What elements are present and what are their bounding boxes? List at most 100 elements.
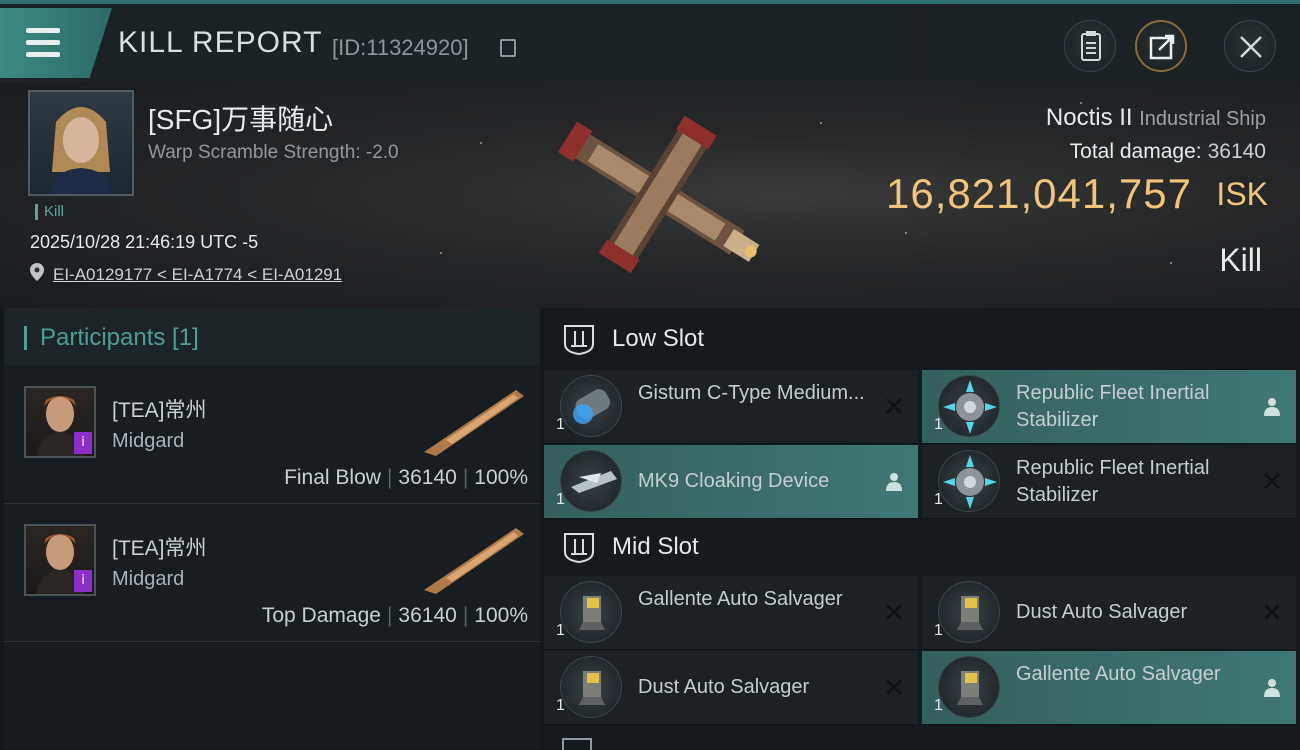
module-icon	[938, 656, 1000, 718]
module-item[interactable]: 1 Dust Auto Salvager	[922, 576, 1296, 650]
participant-avatar[interactable]: i	[24, 524, 96, 596]
participants-header: Participants [1]	[4, 308, 540, 366]
close-icon	[1240, 36, 1262, 58]
menu-icon-bar	[26, 40, 60, 45]
participant-damage: 36140	[398, 604, 457, 627]
mid-slot-icon	[564, 533, 594, 564]
participant-avatar[interactable]: i	[24, 386, 96, 458]
module-item[interactable]: 1 MK9 Cloaking Device	[544, 445, 918, 519]
module-name: Republic Fleet Inertial Stabilizer	[1016, 457, 1210, 506]
participant-row[interactable]: i [TEA]常州 Midgard Final Blow | 36140 | 100%	[4, 368, 540, 504]
participant-damage: 36140	[398, 466, 457, 489]
copy-icon[interactable]	[500, 39, 516, 57]
cloaking-device-icon	[571, 471, 617, 493]
next-slot-icon	[562, 738, 592, 750]
salvager-icon	[579, 596, 605, 630]
module-name: Dust Auto Salvager	[1016, 601, 1188, 623]
page-title: KILL REPORT	[118, 26, 323, 59]
module-item[interactable]: 1 Gallente Auto Salvager	[922, 651, 1296, 725]
destroyed-icon	[1264, 473, 1280, 489]
clipboard-icon	[1081, 31, 1101, 61]
total-damage-value: 36140	[1207, 140, 1266, 163]
weapon-icon	[424, 528, 524, 594]
participants-panel: Participants [1] i [TEA]常州 Midgard Final…	[4, 308, 540, 750]
module-icon	[938, 581, 1000, 643]
module-name: Dust Auto Salvager	[638, 676, 810, 698]
module-icon	[938, 375, 1000, 437]
destroyed-icon	[1264, 604, 1280, 620]
ship-render	[558, 115, 760, 274]
ship-name: Noctis II Industrial Ship	[1046, 104, 1266, 132]
module-qty: 1	[934, 416, 943, 433]
module-name: Gallente Auto Salvager	[638, 588, 843, 610]
participant-role: Final Blow	[284, 466, 381, 489]
module-qty: 1	[934, 491, 943, 508]
module-qty: 1	[556, 697, 565, 714]
participant-percent: 100%	[474, 604, 528, 627]
warp-core-icon	[573, 389, 611, 424]
module-item[interactable]: 1 Gistum C-Type Medium...	[544, 370, 918, 444]
header-accent	[24, 326, 27, 350]
location-pin-icon	[30, 263, 44, 281]
module-qty: 1	[556, 416, 565, 433]
isk-value: 16,821,041,757	[886, 170, 1192, 217]
ship-type: Noctis II	[1045, 104, 1133, 131]
salvager-icon	[957, 671, 983, 705]
module-qty: 1	[556, 491, 565, 508]
menu-icon-bar	[26, 52, 60, 57]
kill-report-screen: KILL REPORT [ID:11324920] [SFG]万事随心 Warp…	[0, 0, 1300, 750]
kill-result: Kill	[1219, 242, 1262, 278]
pilot-icon	[1264, 398, 1280, 416]
stabilizer-icon	[943, 455, 997, 509]
destroyed-icon	[886, 398, 902, 414]
module-item[interactable]: 1 Dust Auto Salvager	[544, 651, 918, 725]
module-name: Gistum C-Type Medium...	[638, 382, 865, 404]
pilot-icon	[886, 473, 902, 491]
participant-role: Top Damage	[261, 604, 381, 627]
participant-name: [TEA]常州	[112, 399, 207, 422]
module-item[interactable]: 1 Republic Fleet Inertial Stabilizer	[922, 370, 1296, 444]
salvager-icon	[579, 671, 605, 705]
isk-unit: ISK	[1216, 176, 1268, 212]
participants-title: Participants [1]	[40, 324, 199, 351]
total-damage: Total damage: 36140	[1070, 140, 1266, 164]
module-item[interactable]: 1 Gallente Auto Salvager	[544, 576, 918, 650]
module-name: MK9 Cloaking Device	[638, 470, 830, 492]
participant-stats: Final Blow | 36140 | 100%	[284, 466, 528, 489]
menu-button[interactable]	[0, 8, 112, 78]
module-name: Republic Fleet Inertial Stabilizer	[1016, 382, 1210, 431]
report-id: [ID:11324920]	[332, 35, 469, 60]
participant-percent: 100%	[474, 466, 528, 489]
participant-ship: Midgard	[112, 568, 185, 590]
module-qty: 1	[556, 622, 565, 639]
low-slot-title: Low Slot	[612, 325, 705, 352]
total-damage-label: Total damage:	[1069, 140, 1202, 163]
pilot-icon	[1264, 679, 1280, 697]
clipboard-button[interactable]	[1064, 20, 1116, 72]
low-slot-header: Low Slot	[544, 308, 1300, 370]
kill-tag: Kill	[35, 204, 64, 220]
mid-slot-title: Mid Slot	[612, 533, 699, 560]
low-slot-icon	[564, 325, 594, 356]
info-badge-icon: i	[74, 570, 92, 592]
ship-class: Industrial Ship	[1139, 108, 1266, 130]
share-button[interactable]	[1135, 20, 1187, 72]
module-qty: 1	[934, 622, 943, 639]
module-icon	[560, 375, 622, 437]
participant-ship: Midgard	[112, 430, 185, 452]
participant-row[interactable]: i [TEA]常州 Midgard Top Damage | 36140 | 100%	[4, 506, 540, 642]
module-item[interactable]: 1 Republic Fleet Inertial Stabilizer	[922, 445, 1296, 519]
participant-stats: Top Damage | 36140 | 100%	[261, 604, 528, 627]
close-button[interactable]	[1224, 20, 1276, 72]
kill-location[interactable]: EI-A0129177 < EI-A1774 < EI-A01291	[53, 265, 342, 285]
victim-name: [SFG]万事随心	[148, 104, 334, 135]
destroyed-icon	[886, 604, 902, 620]
destroyed-icon	[886, 679, 902, 695]
participant-name: [TEA]常州	[112, 537, 207, 560]
victim-portrait[interactable]	[28, 90, 134, 196]
module-qty: 1	[934, 697, 943, 714]
module-name: Gallente Auto Salvager	[1016, 663, 1221, 685]
salvager-icon	[957, 596, 983, 630]
weapon-icon	[424, 390, 524, 456]
header-bar: KILL REPORT [ID:11324920]	[0, 0, 1300, 82]
